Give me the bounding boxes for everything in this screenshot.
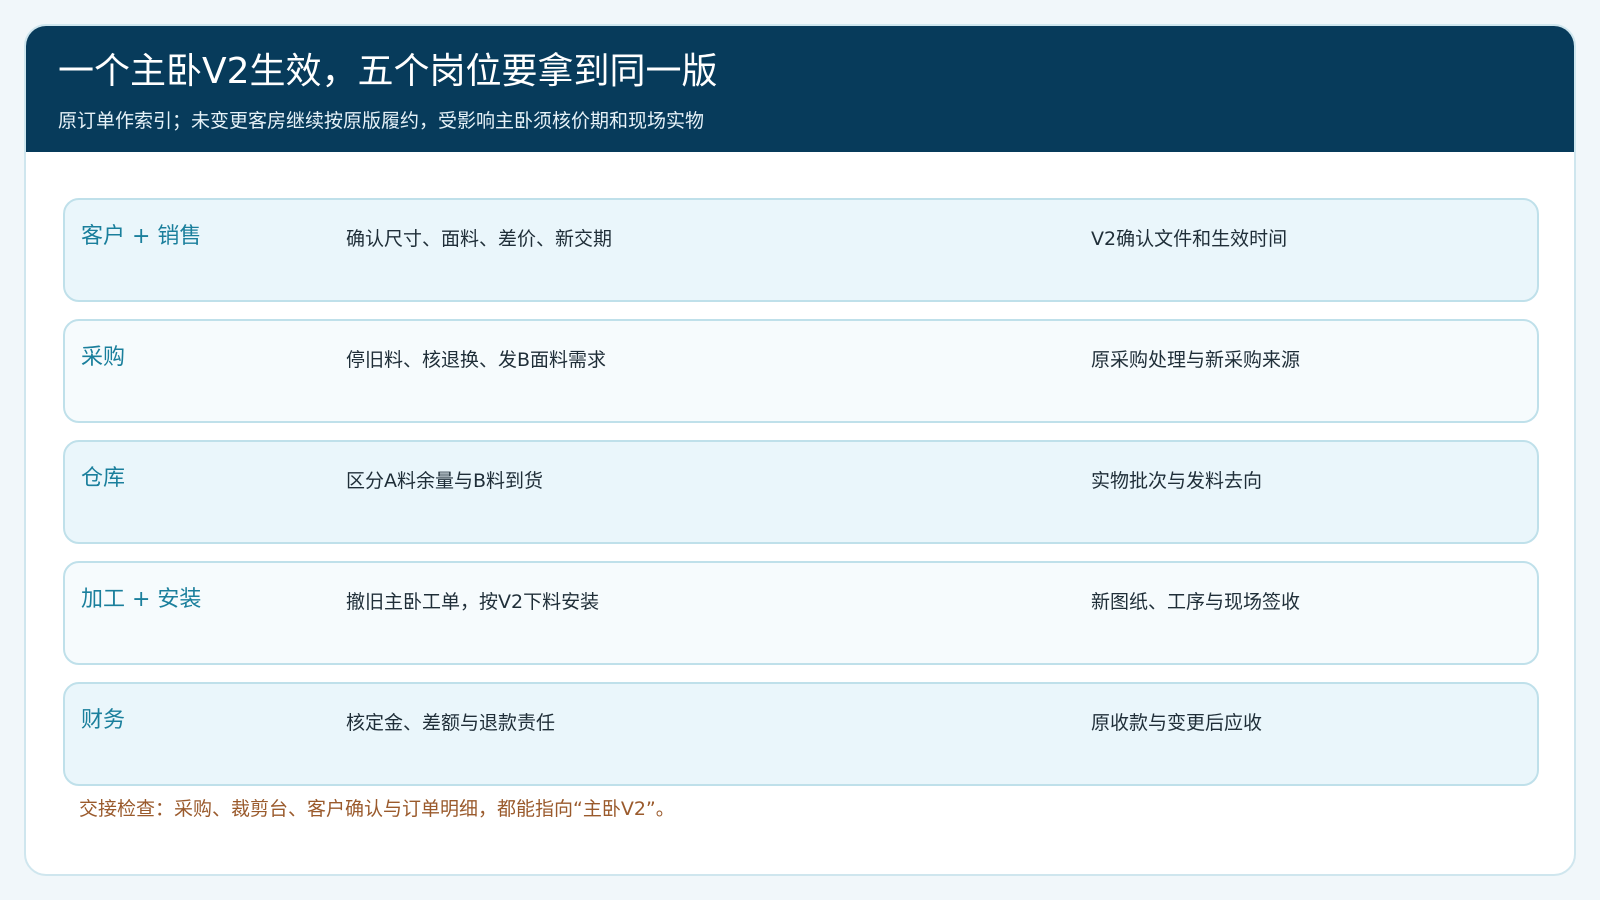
role-task: 核定金、差额与退款责任 xyxy=(346,712,556,734)
role-task: 区分A料余量与B料到货 xyxy=(346,470,544,492)
role-name: 采购 xyxy=(81,345,126,370)
handover-check-note: 交接检查：采购、裁剪台、客户确认与订单明细，都能指向“主卧V2”。 xyxy=(79,798,675,820)
role-task: 停旧料、核退换、发B面料需求 xyxy=(346,349,607,371)
role-row-finance: 财务 核定金、差额与退款责任 原收款与变更后应收 xyxy=(63,682,1539,786)
page-subtitle: 原订单作索引；未变更客房继续按原版履约，受影响主卧须核价期和现场实物 xyxy=(58,110,705,132)
role-task: 确认尺寸、面料、差价、新交期 xyxy=(346,228,613,250)
role-reference: 原采购处理与新采购来源 xyxy=(1091,349,1301,371)
role-name: 加工 + 安装 xyxy=(81,587,202,612)
role-reference: 原收款与变更后应收 xyxy=(1091,712,1263,734)
page-title: 一个主卧V2生效，五个岗位要拿到同一版 xyxy=(58,51,718,92)
role-reference: 新图纸、工序与现场签收 xyxy=(1091,591,1301,613)
role-name: 仓库 xyxy=(81,466,126,491)
role-row-purchasing: 采购 停旧料、核退换、发B面料需求 原采购处理与新采购来源 xyxy=(63,319,1539,423)
role-row-warehouse: 仓库 区分A料余量与B料到货 实物批次与发料去向 xyxy=(63,440,1539,544)
role-reference: V2确认文件和生效时间 xyxy=(1091,228,1288,250)
role-name: 客户 + 销售 xyxy=(81,224,202,249)
role-list: 客户 + 销售 确认尺寸、面料、差价、新交期 V2确认文件和生效时间 采购 停旧… xyxy=(63,198,1539,803)
header-banner: 一个主卧V2生效，五个岗位要拿到同一版 原订单作索引；未变更客房继续按原版履约，… xyxy=(26,26,1574,152)
role-row-sales: 客户 + 销售 确认尺寸、面料、差价、新交期 V2确认文件和生效时间 xyxy=(63,198,1539,302)
role-reference: 实物批次与发料去向 xyxy=(1091,470,1263,492)
handover-card: 一个主卧V2生效，五个岗位要拿到同一版 原订单作索引；未变更客房继续按原版履约，… xyxy=(24,24,1576,876)
role-task: 撤旧主卧工单，按V2下料安装 xyxy=(346,591,600,613)
role-name: 财务 xyxy=(81,708,126,733)
role-row-fabrication: 加工 + 安装 撤旧主卧工单，按V2下料安装 新图纸、工序与现场签收 xyxy=(63,561,1539,665)
